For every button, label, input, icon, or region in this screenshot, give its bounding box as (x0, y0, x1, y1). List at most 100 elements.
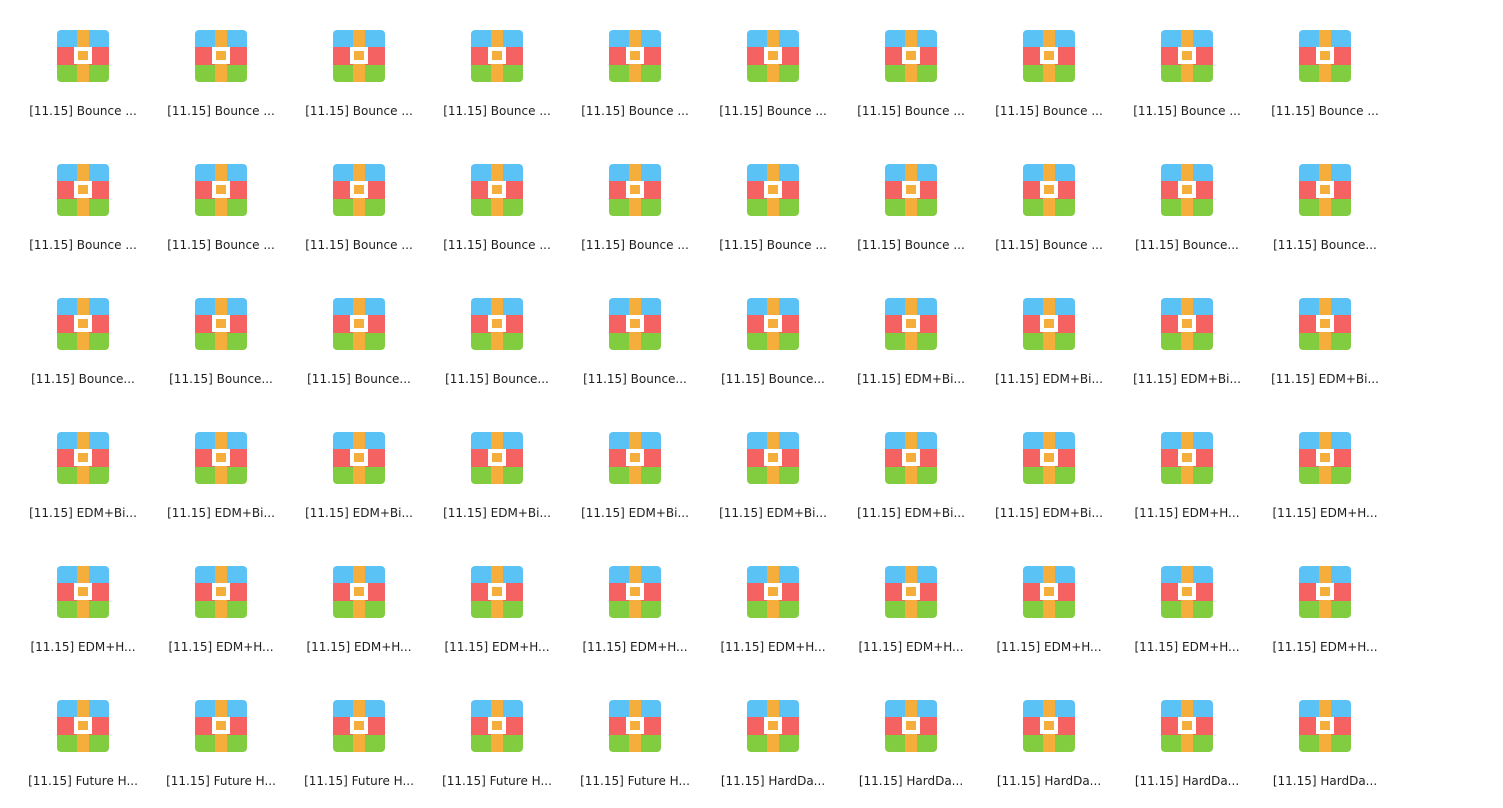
file-item[interactable]: [11.15] Bounce ... (152, 0, 290, 134)
winrar-archive-icon (195, 298, 247, 350)
file-item[interactable]: [11.15] Bounce ... (290, 0, 428, 134)
winrar-archive-icon (1299, 700, 1351, 752)
file-name-label: [11.15] Future H... (28, 774, 138, 788)
file-item[interactable]: [11.15] EDM+Bi... (842, 268, 980, 402)
file-item[interactable]: [11.15] EDM+H... (1256, 536, 1394, 670)
file-name-label: [11.15] Bounce ... (305, 104, 413, 118)
winrar-archive-icon (747, 432, 799, 484)
file-item[interactable]: [11.15] Bounce ... (704, 134, 842, 268)
file-item[interactable]: [11.15] EDM+H... (704, 536, 842, 670)
file-item[interactable]: [11.15] Bounce ... (842, 0, 980, 134)
file-item[interactable]: [11.15] EDM+Bi... (980, 402, 1118, 536)
file-item[interactable]: [11.15] Bounce... (1118, 134, 1256, 268)
file-name-label: [11.15] Bounce ... (29, 238, 137, 252)
file-item[interactable]: [11.15] EDM+H... (1118, 536, 1256, 670)
file-item[interactable]: [11.15] Bounce... (152, 268, 290, 402)
file-item[interactable]: [11.15] EDM+Bi... (842, 402, 980, 536)
file-item[interactable]: [11.15] EDM+H... (566, 536, 704, 670)
winrar-archive-icon (1299, 30, 1351, 82)
winrar-archive-icon (747, 30, 799, 82)
winrar-archive-icon (57, 432, 109, 484)
file-item[interactable]: [11.15] Bounce... (14, 268, 152, 402)
file-item[interactable]: [11.15] Bounce ... (428, 0, 566, 134)
file-item[interactable]: [11.15] EDM+H... (1256, 402, 1394, 536)
file-item[interactable]: [11.15] Future H... (152, 670, 290, 804)
file-name-label: [11.15] Bounce... (721, 372, 825, 386)
file-item[interactable]: [11.15] Bounce... (566, 268, 704, 402)
file-item[interactable]: [11.15] EDM+H... (152, 536, 290, 670)
file-item[interactable]: [11.15] HardDa... (842, 670, 980, 804)
file-name-label: [11.15] HardDa... (996, 774, 1102, 788)
file-item[interactable]: [11.15] EDM+H... (842, 536, 980, 670)
file-item[interactable]: [11.15] Bounce... (428, 268, 566, 402)
winrar-archive-icon (195, 566, 247, 618)
winrar-archive-icon (1299, 432, 1351, 484)
winrar-archive-icon (195, 700, 247, 752)
file-item[interactable]: [11.15] Future H... (290, 670, 428, 804)
file-grid: [11.15] Bounce ... [11.15] Bounce ... [11.… (14, 0, 1394, 808)
winrar-archive-icon (57, 566, 109, 618)
winrar-archive-icon (885, 432, 937, 484)
file-item[interactable]: [11.15] Bounce ... (980, 134, 1118, 268)
file-name-label: [11.15] EDM+H... (168, 640, 274, 654)
file-name-label: [11.15] EDM+H... (1272, 640, 1378, 654)
file-item[interactable]: [11.15] Bounce ... (704, 0, 842, 134)
file-item[interactable]: [11.15] EDM+H... (14, 536, 152, 670)
file-item[interactable]: [11.15] Bounce ... (152, 134, 290, 268)
winrar-archive-icon (1161, 432, 1213, 484)
file-item[interactable]: [11.15] Bounce ... (14, 0, 152, 134)
file-name-label: [11.15] Bounce... (445, 372, 549, 386)
file-item[interactable]: [11.15] EDM+Bi... (1118, 268, 1256, 402)
winrar-archive-icon (57, 298, 109, 350)
file-item[interactable]: [11.15] Bounce... (1256, 134, 1394, 268)
file-name-label: [11.15] Bounce... (1135, 238, 1239, 252)
file-item[interactable]: [11.15] HardDa... (704, 670, 842, 804)
file-item[interactable]: [11.15] Bounce... (704, 268, 842, 402)
winrar-archive-icon (747, 566, 799, 618)
file-item[interactable]: [11.15] EDM+Bi... (428, 402, 566, 536)
file-item[interactable]: [11.15] Bounce ... (566, 0, 704, 134)
file-name-label: [11.15] Future H... (442, 774, 552, 788)
file-item[interactable]: [11.15] EDM+Bi... (566, 402, 704, 536)
file-item[interactable]: [11.15] HardDa... (980, 670, 1118, 804)
winrar-archive-icon (333, 30, 385, 82)
file-item[interactable]: [11.15] EDM+Bi... (980, 268, 1118, 402)
winrar-archive-icon (471, 566, 523, 618)
file-item[interactable]: [11.15] EDM+H... (1118, 402, 1256, 536)
winrar-archive-icon (471, 700, 523, 752)
file-item[interactable]: [11.15] EDM+Bi... (704, 402, 842, 536)
file-item[interactable]: [11.15] Future H... (428, 670, 566, 804)
file-name-label: [11.15] EDM+Bi... (719, 506, 827, 520)
file-name-label: [11.15] EDM+Bi... (1133, 372, 1241, 386)
winrar-archive-icon (195, 432, 247, 484)
file-item[interactable]: [11.15] Bounce ... (428, 134, 566, 268)
file-name-label: [11.15] Future H... (580, 774, 690, 788)
file-name-label: [11.15] EDM+H... (306, 640, 412, 654)
file-item[interactable]: [11.15] HardDa... (1256, 670, 1394, 804)
file-item[interactable]: [11.15] Bounce ... (290, 134, 428, 268)
file-item[interactable]: [11.15] Bounce ... (566, 134, 704, 268)
file-item[interactable]: [11.15] Bounce ... (1256, 0, 1394, 134)
winrar-archive-icon (471, 30, 523, 82)
file-item[interactable]: [11.15] Future H... (566, 670, 704, 804)
file-item[interactable]: [11.15] Bounce ... (980, 0, 1118, 134)
file-item[interactable]: [11.15] EDM+H... (290, 536, 428, 670)
winrar-archive-icon (195, 164, 247, 216)
file-item[interactable]: [11.15] EDM+H... (980, 536, 1118, 670)
file-item[interactable]: [11.15] EDM+H... (428, 536, 566, 670)
file-name-label: [11.15] EDM+H... (1134, 506, 1240, 520)
file-name-label: [11.15] HardDa... (1134, 774, 1240, 788)
file-name-label: [11.15] HardDa... (858, 774, 964, 788)
file-item[interactable]: [11.15] Future H... (14, 670, 152, 804)
file-item[interactable]: [11.15] EDM+Bi... (14, 402, 152, 536)
file-item[interactable]: [11.15] EDM+Bi... (290, 402, 428, 536)
file-item[interactable]: [11.15] EDM+Bi... (152, 402, 290, 536)
file-item[interactable]: [11.15] Bounce ... (842, 134, 980, 268)
file-item[interactable]: [11.15] HardDa... (1118, 670, 1256, 804)
file-name-label: [11.15] EDM+Bi... (857, 506, 965, 520)
file-item[interactable]: [11.15] Bounce ... (1118, 0, 1256, 134)
file-item[interactable]: [11.15] EDM+Bi... (1256, 268, 1394, 402)
file-item[interactable]: [11.15] Bounce... (290, 268, 428, 402)
file-item[interactable]: [11.15] Bounce ... (14, 134, 152, 268)
file-name-label: [11.15] EDM+H... (30, 640, 136, 654)
